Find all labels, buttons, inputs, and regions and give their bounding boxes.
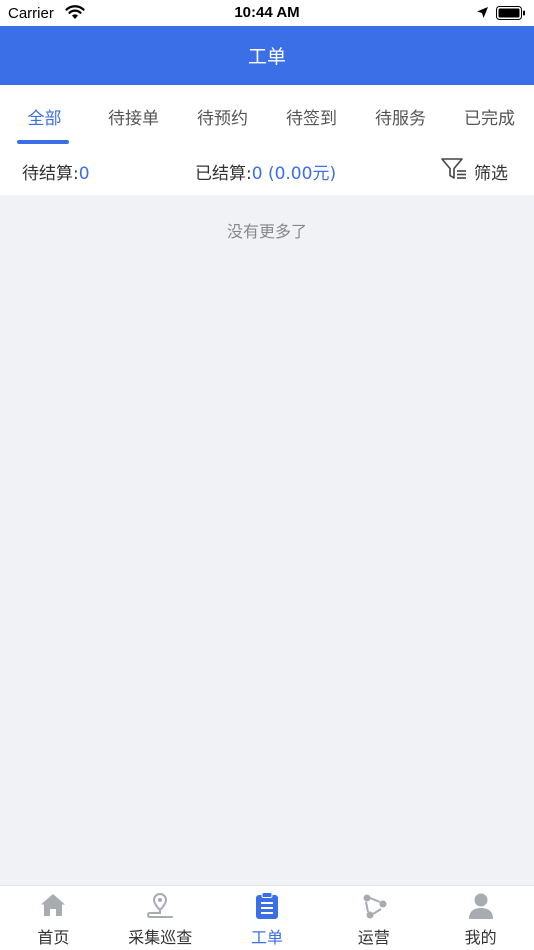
settled: 已结算:0 (0.00元) [195, 159, 336, 184]
tabbar-label-operations: 运营 [357, 928, 390, 947]
settlement-summary: 待结算:0 已结算:0 (0.00元) 筛选 [0, 147, 534, 195]
filter-icon [440, 156, 468, 186]
tabbar-label-work-order: 工单 [250, 928, 283, 947]
active-tab-indicator [17, 140, 69, 144]
tab-pending-checkin[interactable]: 待签到 [267, 85, 356, 147]
location-arrow-icon [476, 6, 489, 24]
location-pin-icon [145, 892, 175, 924]
nav-header: 工单 [0, 26, 534, 85]
page-title: 工单 [247, 46, 286, 68]
tab-pending-service[interactable]: 待服务 [356, 85, 445, 147]
status-bar: Carrier 10:44 AM [0, 0, 534, 26]
settled-label: 已结算: [195, 164, 252, 184]
tabbar-item-patrol[interactable]: 采集巡查 [107, 886, 214, 950]
clipboard-icon [254, 892, 280, 924]
tab-completed[interactable]: 已完成 [445, 85, 534, 147]
tab-all[interactable]: 全部 [0, 85, 89, 147]
tab-pending-appointment[interactable]: 待预约 [178, 85, 267, 147]
pending-settlement: 待结算:0 [22, 159, 90, 184]
home-icon [39, 892, 67, 922]
tabbar-label-patrol: 采集巡查 [128, 928, 193, 947]
pending-settlement-value: 0 [78, 164, 90, 184]
tabbar-label-home: 首页 [37, 928, 70, 947]
tabbar-item-home[interactable]: 首页 [0, 886, 107, 950]
tab-pending-accept[interactable]: 待接单 [89, 85, 178, 147]
filter-button[interactable]: 筛选 [440, 156, 508, 186]
tabbar-item-operations[interactable]: 运营 [320, 886, 427, 950]
share-nodes-icon [360, 892, 388, 924]
tabbar-item-work-order[interactable]: 工单 [214, 886, 321, 950]
user-icon [468, 892, 494, 924]
filter-label: 筛选 [474, 163, 508, 184]
order-status-tabs: 全部 待接单 待预约 待签到 待服务 已完成 [0, 85, 534, 147]
tabbar-label-mine: 我的 [464, 928, 497, 947]
no-more-message: 没有更多了 [226, 222, 307, 241]
settled-value: 0 (0.00元) [251, 164, 337, 184]
clock: 10:44 AM [234, 4, 300, 21]
tabbar-item-mine[interactable]: 我的 [427, 886, 534, 950]
pending-settlement-label: 待结算: [22, 164, 79, 184]
battery-icon [496, 6, 526, 25]
bottom-tab-bar: 首页 采集巡查 工单 运营 我的 [0, 885, 534, 950]
